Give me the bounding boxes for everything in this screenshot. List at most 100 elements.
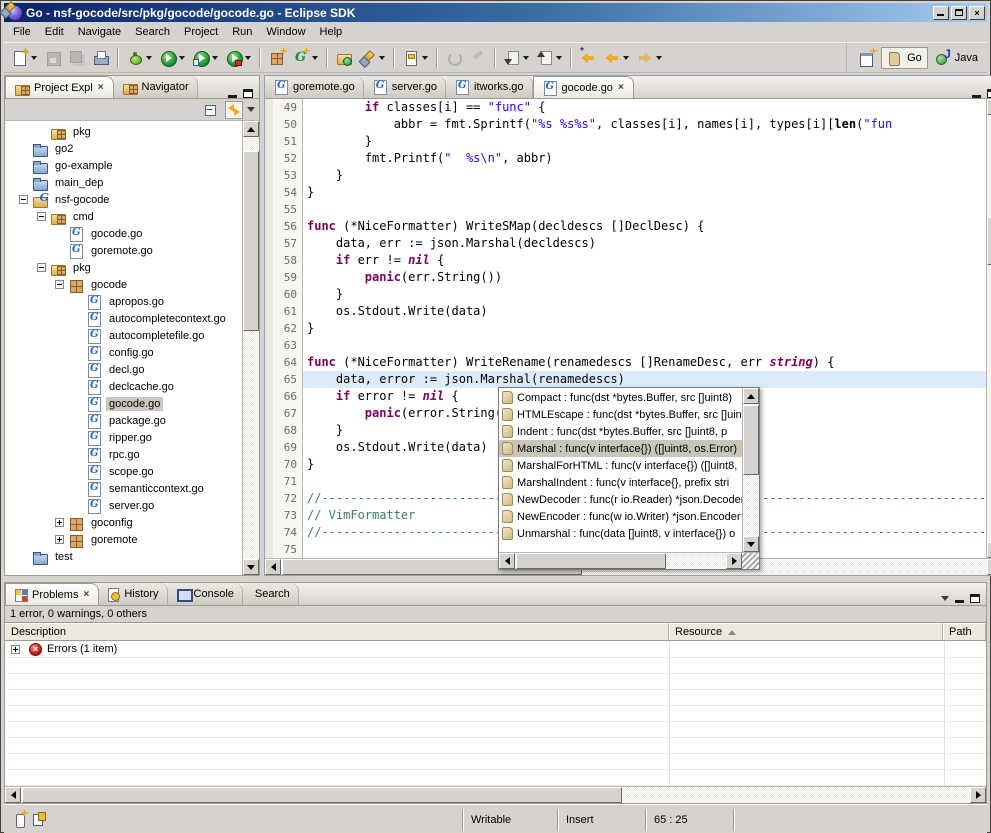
maximize-button[interactable]	[951, 6, 967, 20]
scroll-thumb[interactable]	[243, 151, 259, 331]
tab-navigator[interactable]: Navigator	[114, 76, 198, 98]
scroll-thumb[interactable]	[987, 217, 991, 265]
dropdown-arrow-icon[interactable]	[379, 56, 385, 63]
dropdown-arrow-icon[interactable]	[422, 56, 428, 63]
dropdown-arrow-icon[interactable]	[31, 56, 37, 63]
new-go-package-button[interactable]	[266, 47, 288, 69]
menu-run[interactable]: Run	[225, 23, 259, 41]
completion-item[interactable]: HTMLEscape : func(dst *bytes.Buffer, src…	[499, 406, 742, 423]
dropdown-arrow-icon[interactable]	[146, 56, 152, 63]
external-tools-button[interactable]	[223, 47, 254, 69]
expand-icon[interactable]	[11, 645, 20, 654]
scroll-up-icon[interactable]	[743, 388, 759, 404]
problems-horizontal-scrollbar[interactable]	[5, 786, 986, 803]
scroll-right-icon[interactable]	[726, 553, 742, 569]
close-button[interactable]: ×	[969, 6, 985, 20]
tab-gocode-go[interactable]: gocode.go×	[533, 76, 634, 98]
completion-item[interactable]: MarshalIndent : func(v interface{}, pref…	[499, 474, 742, 491]
dropdown-arrow-icon[interactable]	[623, 56, 629, 63]
tree-scrollbar[interactable]	[242, 121, 259, 575]
close-tab-icon[interactable]: ×	[617, 82, 625, 93]
open-resource-button[interactable]	[333, 47, 355, 69]
scroll-up-icon[interactable]	[987, 99, 991, 115]
tree-item-nsf-gocode[interactable]: nsf-gocode	[5, 191, 242, 208]
tree-item-decl-go[interactable]: decl.go	[5, 361, 242, 378]
tab-history[interactable]: History	[99, 583, 167, 605]
completion-item[interactable]: NewEncoder : func(w io.Writer) *json.Enc…	[499, 508, 742, 525]
menu-navigate[interactable]: Navigate	[71, 23, 128, 41]
code-line[interactable]: 49 if classes[i] == "func" {	[265, 99, 986, 116]
tree-item-gocode-go[interactable]: gocode.go	[5, 395, 242, 412]
back-button[interactable]	[601, 47, 632, 69]
dropdown-arrow-icon[interactable]	[312, 56, 318, 63]
tree-item-apropos-go[interactable]: apropos.go	[5, 293, 242, 310]
collapse-icon[interactable]	[55, 280, 64, 289]
dropdown-arrow-icon[interactable]	[179, 56, 185, 63]
tab-itworks-go[interactable]: itworks.go	[446, 76, 533, 98]
close-tab-icon[interactable]: ×	[82, 589, 90, 600]
scroll-down-icon[interactable]	[743, 536, 759, 552]
code-line[interactable]: 64func (*NiceFormatter) WriteRename(rena…	[265, 354, 986, 371]
dropdown-arrow-icon[interactable]	[245, 56, 251, 63]
scroll-up-icon[interactable]	[243, 121, 259, 137]
minimize-button[interactable]	[933, 6, 949, 20]
minimize-view-icon[interactable]	[228, 95, 237, 98]
code-line[interactable]: 56func (*NiceFormatter) WriteSMap(declde…	[265, 218, 986, 235]
tree-item-goconfig[interactable]: goconfig	[5, 514, 242, 531]
tree-item-autocompletefile-go[interactable]: autocompletefile.go	[5, 327, 242, 344]
tree-item-config-go[interactable]: config.go	[5, 344, 242, 361]
column-path[interactable]: Path	[943, 623, 986, 640]
menu-window[interactable]: Window	[259, 23, 312, 41]
dropdown-arrow-icon[interactable]	[212, 56, 218, 63]
debug-button[interactable]	[124, 47, 155, 69]
code-line[interactable]: 54}	[265, 184, 986, 201]
code-line[interactable]: 65 data, error := json.Marshal(renamedes…	[265, 371, 986, 388]
run-button[interactable]	[157, 47, 188, 69]
menu-search[interactable]: Search	[128, 23, 177, 41]
tree-item-goremote-go[interactable]: goremote.go	[5, 242, 242, 259]
tree-item-scope-go[interactable]: scope.go	[5, 463, 242, 480]
editor-vertical-scrollbar[interactable]	[986, 99, 991, 558]
new-wizard-button[interactable]	[9, 47, 40, 69]
new-go-app-button[interactable]	[290, 47, 321, 69]
tab-problems[interactable]: Problems×	[5, 583, 99, 605]
scroll-thumb[interactable]	[516, 553, 666, 569]
tree-item-package-go[interactable]: package.go	[5, 412, 242, 429]
completion-item[interactable]: Compact : func(dst *bytes.Buffer, src []…	[499, 389, 742, 406]
perspective-java[interactable]: Java	[930, 48, 983, 68]
tree-item-pkg[interactable]: pkg	[5, 123, 242, 140]
tab-server-go[interactable]: server.go	[364, 76, 446, 98]
maximize-editor-icon[interactable]	[987, 89, 991, 98]
maximize-view-icon[interactable]	[243, 89, 253, 98]
scroll-thumb[interactable]	[743, 405, 759, 475]
perspective-go[interactable]: Go	[881, 47, 928, 69]
dropdown-arrow-icon[interactable]	[656, 56, 662, 63]
tree-item-declcache-go[interactable]: declcache.go	[5, 378, 242, 395]
completion-item[interactable]: Unmarshal : func(data []uint8, v interfa…	[499, 525, 742, 542]
menu-edit[interactable]: Edit	[38, 23, 71, 41]
code-line[interactable]: 50 abbr = fmt.Sprintf("%s %s%s", classes…	[265, 116, 986, 133]
code-line[interactable]: 62}	[265, 320, 986, 337]
scroll-right-icon[interactable]	[970, 787, 986, 803]
code-line[interactable]: 59 panic(err.String())	[265, 269, 986, 286]
code-line[interactable]: 53 }	[265, 167, 986, 184]
view-menu-icon[interactable]	[941, 596, 949, 605]
code-line[interactable]: 52 fmt.Printf(" %s\n", abbr)	[265, 150, 986, 167]
run-last-button[interactable]	[190, 47, 221, 69]
code-line[interactable]: 55	[265, 201, 986, 218]
tree-item-pkg[interactable]: pkg	[5, 259, 242, 276]
tree-item-ripper-go[interactable]: ripper.go	[5, 429, 242, 446]
tree-item-go-example[interactable]: go-example	[5, 157, 242, 174]
maximize-view-icon[interactable]	[970, 594, 980, 603]
fast-view-icon[interactable]	[14, 812, 26, 828]
collapse-icon[interactable]	[19, 195, 28, 204]
popup-horizontal-scrollbar[interactable]	[499, 553, 742, 569]
tab-search[interactable]: Search	[243, 583, 299, 605]
previous-annotation-button[interactable]	[534, 47, 565, 69]
scroll-thumb[interactable]	[22, 787, 622, 803]
menu-help[interactable]: Help	[313, 23, 350, 41]
completion-item[interactable]: Marshal : func(v interface{}) ([]uint8, …	[499, 440, 742, 457]
forward-button[interactable]	[634, 47, 665, 69]
popup-resize-grip[interactable]	[742, 553, 759, 569]
link-with-editor-icon[interactable]	[225, 101, 243, 119]
